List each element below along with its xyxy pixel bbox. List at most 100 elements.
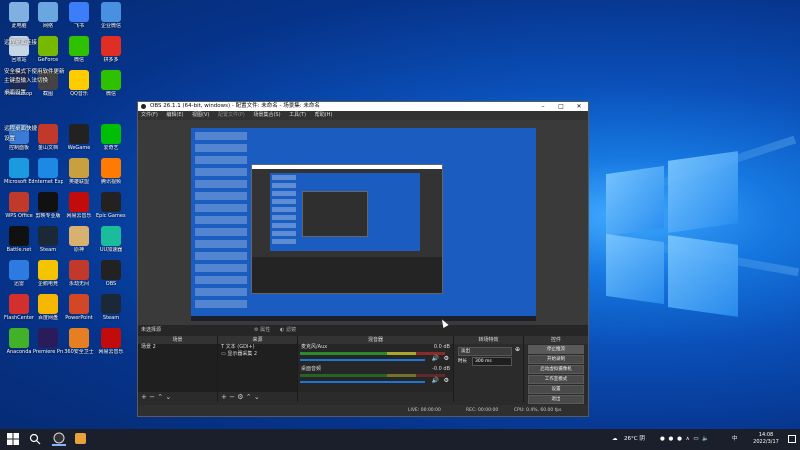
clock-date: 2022/3/17 <box>753 439 779 445</box>
search-icon[interactable] <box>28 432 42 446</box>
desktop-icon[interactable]: Steam <box>96 294 126 324</box>
add-scene-button[interactable]: + <box>141 393 147 401</box>
desktop-icon[interactable]: FlashCenter <box>4 294 34 324</box>
desktop-icon[interactable]: UU加速器 <box>96 226 126 256</box>
properties-button[interactable]: ⚙ 属性 <box>254 325 270 336</box>
desktop-icon[interactable]: Battle.net <box>4 226 34 256</box>
desktop-icon[interactable]: 网易云音乐 <box>64 192 94 222</box>
weather-text[interactable]: 26°C 阴 <box>624 429 645 450</box>
menu-scene-collection[interactable]: 场景集合(S) <box>253 112 280 118</box>
desktop-icon[interactable]: 迅雷 <box>4 260 34 290</box>
app-icon <box>38 192 58 212</box>
desktop-icon[interactable]: Internet Explorer <box>33 158 63 188</box>
start-virtual-camera-button[interactable]: 启动虚拟摄像机 <box>528 365 584 374</box>
desktop-icon[interactable]: GeForce <box>33 36 63 66</box>
menu-view[interactable]: 视图(V) <box>192 112 209 118</box>
exit-button[interactable]: 退出 <box>528 395 584 404</box>
menu-help[interactable]: 帮助(H) <box>315 112 333 118</box>
studio-mode-button[interactable]: 工作室模式 <box>528 375 584 384</box>
speaker-icon[interactable]: 🔊 <box>432 355 439 362</box>
desktop-icon[interactable]: 英雄联盟 <box>64 158 94 188</box>
remove-source-button[interactable]: − <box>229 393 235 401</box>
desktop-icon[interactable]: 拼多多 <box>96 36 126 66</box>
menu-tools[interactable]: 工具(T) <box>289 112 306 118</box>
obs-window[interactable]: OBS 26.1.1 (64-bit, windows) - 配置文件: 未命名… <box>137 101 589 417</box>
notification-icon[interactable] <box>788 435 796 443</box>
stop-streaming-button[interactable]: 停止推流 <box>528 345 584 354</box>
desktop-icon[interactable]: 飞书 <box>64 2 94 32</box>
start-button[interactable] <box>6 432 20 446</box>
desktop-icon[interactable]: 企鹅电竞 <box>33 260 63 290</box>
clock[interactable]: 14:08 2022/3/17 <box>748 432 784 446</box>
desktop-icon[interactable]: Microsoft Edge <box>4 158 34 188</box>
app-icon <box>9 192 29 212</box>
gear-icon[interactable]: ⚙ <box>237 393 243 401</box>
desktop-icon[interactable]: PowerPoint <box>64 294 94 324</box>
add-source-button[interactable]: + <box>221 393 227 401</box>
desktop-icon[interactable]: 永劫无间 <box>64 260 94 290</box>
filters-button[interactable]: ◐ 滤镜 <box>280 325 296 336</box>
desktop-icon[interactable]: WPS Office <box>4 192 34 222</box>
status-bar: LIVE: 00:00:00 REC: 00:00:00 CPU: 0.4%, … <box>138 405 588 416</box>
sources-dock: 来源 T 文本 (GDI+) ▭ 显示器采集 2 + − ⚙ ⌃ ⌄ <box>218 336 298 402</box>
move-down-icon[interactable]: ⌄ <box>254 393 260 401</box>
gear-icon[interactable]: ⚙ <box>444 377 449 384</box>
speaker-icon[interactable]: 🔊 <box>432 377 439 384</box>
settings-button[interactable]: 设置 <box>528 385 584 394</box>
desktop-icon[interactable]: Anaconda <box>4 328 34 358</box>
desktop-icon[interactable]: Steam <box>33 226 63 256</box>
desktop-icon[interactable]: WeGame <box>64 124 94 154</box>
menu-edit[interactable]: 编辑(E) <box>166 112 183 118</box>
maximize-button[interactable]: □ <box>552 102 570 111</box>
desktop-icon[interactable]: OBS <box>96 260 126 290</box>
obs-title-bar[interactable]: OBS 26.1.1 (64-bit, windows) - 配置文件: 未命名… <box>138 102 588 111</box>
desktop-icon-label: 截图 <box>42 91 53 97</box>
volume-slider[interactable] <box>300 359 425 361</box>
app-taskbar-icon[interactable] <box>74 432 88 446</box>
obs-taskbar-icon[interactable] <box>52 432 66 446</box>
desktop-icon[interactable]: 爱奇艺 <box>96 124 126 154</box>
tray-icons[interactable]: ● ● ● ∧ ▭ 🔈 <box>660 429 710 450</box>
desktop-icon[interactable]: Epic Games Launcher <box>96 192 126 222</box>
close-button[interactable]: ✕ <box>570 102 588 111</box>
desktop-icon[interactable]: 原神 <box>64 226 94 256</box>
move-up-icon[interactable]: ⌃ <box>246 393 252 401</box>
desktop-icon[interactable]: 企业微信 <box>96 2 126 32</box>
desktop-icon[interactable]: 微信 <box>96 70 126 100</box>
desktop-icon[interactable]: QQ音乐 <box>64 70 94 100</box>
desktop-icon-label: 金山文档 <box>37 145 58 151</box>
menu-file[interactable]: 文件(F) <box>141 112 158 118</box>
volume-slider[interactable] <box>300 381 425 383</box>
move-down-icon[interactable]: ⌄ <box>165 393 171 401</box>
windows-logo-pane <box>606 233 664 305</box>
desktop-icon[interactable]: 网易云音乐 <box>96 328 126 358</box>
start-recording-button[interactable]: 开始录制 <box>528 355 584 364</box>
desktop-icon[interactable]: 腾讯视频 <box>96 158 126 188</box>
source-item[interactable]: ▭ 显示器采集 2 <box>218 351 297 358</box>
add-transition-icon[interactable]: ⊕ <box>515 346 520 353</box>
minimize-button[interactable]: – <box>534 102 552 111</box>
sources-dock-toolbar: + − ⚙ ⌃ ⌄ <box>218 392 297 402</box>
desktop-icon-label: 360安全卫士 <box>64 349 94 355</box>
desktop-icon[interactable]: 微信 <box>64 36 94 66</box>
duration-input[interactable]: 300 ms <box>472 357 512 366</box>
source-item[interactable]: T 文本 (GDI+) <box>218 344 297 351</box>
desktop-icon[interactable]: 剪映专业版 <box>33 192 63 222</box>
menu-profile[interactable]: 配置文件(P) <box>218 112 245 118</box>
desktop-icon[interactable]: Premiere Pro <box>33 328 63 358</box>
desktop-caption: 远程桌面连接 <box>4 40 38 46</box>
preview-canvas[interactable] <box>191 128 536 321</box>
desktop-icon[interactable]: 此电脑 <box>4 2 34 32</box>
desktop-icon[interactable]: 360安全卫士 <box>64 328 94 358</box>
move-up-icon[interactable]: ⌃ <box>157 393 163 401</box>
desktop-icon[interactable]: 百度网盘 <box>33 294 63 324</box>
scene-item[interactable]: 场景 2 <box>138 344 217 351</box>
clock-time: 14:08 <box>758 432 774 438</box>
app-icon <box>101 328 121 348</box>
transition-select[interactable]: 淡出 <box>458 347 512 356</box>
input-language[interactable]: 中 <box>732 429 738 450</box>
gear-icon[interactable]: ⚙ <box>444 355 449 362</box>
desktop-icon[interactable]: 金山文档 <box>33 124 63 154</box>
remove-scene-button[interactable]: − <box>149 393 155 401</box>
desktop-icon[interactable]: 网络 <box>33 2 63 32</box>
